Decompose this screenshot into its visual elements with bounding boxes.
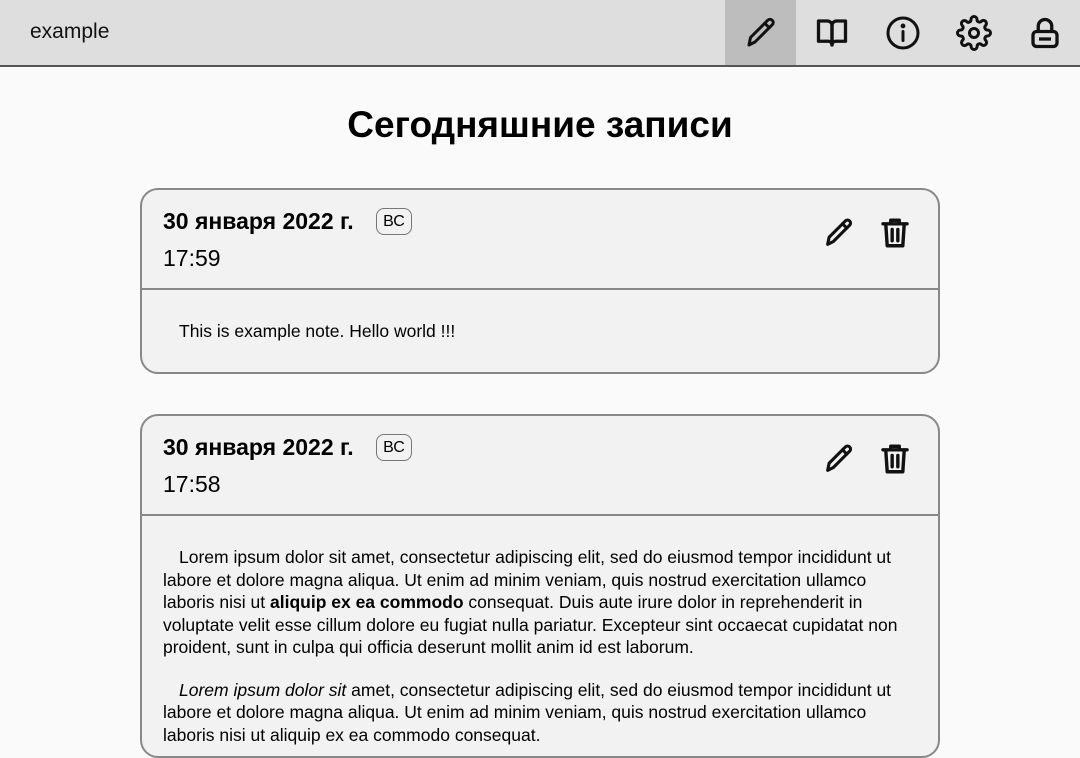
note-card: 30 января 2022 г. ВС 17:59 This is examp… — [140, 188, 940, 374]
nav-settings-button[interactable] — [938, 0, 1009, 65]
weekday-badge: ВС — [376, 208, 412, 235]
note-text: This is example note. Hello world !!! — [179, 321, 456, 341]
note-header: 30 января 2022 г. ВС 17:58 — [142, 416, 938, 516]
delete-note-button[interactable] — [878, 440, 912, 478]
note-date: 30 января 2022 г. — [163, 434, 354, 460]
note-card: 30 января 2022 г. ВС 17:58 Lorem ipsum d… — [140, 414, 940, 758]
note-actions — [822, 214, 912, 252]
gear-icon — [955, 14, 992, 51]
bold-text: aliquip ex ea commodo — [270, 592, 464, 612]
note-time: 17:59 — [163, 245, 221, 271]
app-title: example — [30, 20, 110, 43]
book-icon — [816, 18, 847, 47]
note-date: 30 января 2022 г. — [163, 208, 354, 234]
italic-text: Lorem ipsum dolor sit — [179, 679, 347, 700]
pencil-icon — [826, 444, 853, 472]
note-paragraph: Lorem ipsum dolor sit amet, consectetur … — [163, 679, 917, 747]
note-paragraph: Lorem ipsum dolor sit amet, consectetur … — [163, 546, 917, 659]
trash-icon — [881, 444, 909, 474]
pencil-icon — [826, 218, 853, 246]
edit-note-button[interactable] — [822, 440, 856, 478]
nav-read-button[interactable] — [796, 0, 867, 65]
lock-icon — [1030, 17, 1059, 48]
note-body: Lorem ipsum dolor sit amet, consectetur … — [142, 516, 938, 746]
note-time: 17:58 — [163, 471, 221, 497]
nav-info-button[interactable] — [867, 0, 938, 65]
top-bar: example — [0, 0, 1080, 67]
info-icon — [886, 16, 919, 49]
page-title: Сегодняшние записи — [347, 104, 733, 145]
nav-lock-button[interactable] — [1009, 0, 1080, 65]
delete-note-button[interactable] — [878, 214, 912, 252]
trash-icon — [881, 218, 909, 248]
nav-write-button[interactable] — [725, 0, 796, 65]
nav-toolbar — [725, 0, 1080, 65]
note-header: 30 января 2022 г. ВС 17:59 — [142, 190, 938, 290]
note-actions — [822, 440, 912, 478]
pencil-icon — [747, 17, 775, 46]
edit-note-button[interactable] — [822, 214, 856, 252]
note-body: This is example note. Hello world !!! — [142, 290, 938, 343]
weekday-badge: ВС — [376, 434, 412, 461]
